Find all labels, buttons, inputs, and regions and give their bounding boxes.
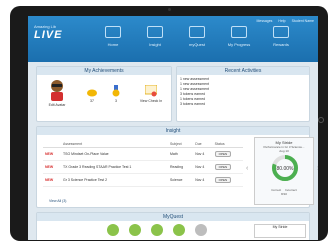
assessment-table: Assessment Subject Due Status NEW TSO Mi…	[43, 141, 243, 187]
nav-progress[interactable]: My Progress	[224, 20, 254, 58]
coins-icon	[87, 89, 97, 97]
myquest-title: MyQuest	[37, 213, 309, 221]
home-button[interactable]	[318, 117, 324, 123]
open-button[interactable]: OPEN	[214, 177, 232, 183]
open-button[interactable]: OPEN	[214, 151, 232, 157]
achievements-title: My Achievements	[37, 67, 171, 75]
home-icon	[105, 26, 121, 38]
medal-icon	[112, 85, 120, 97]
table-row[interactable]: NEW TSO Mindset On-Place Value Math Nov …	[43, 147, 243, 161]
certificate-icon	[145, 85, 157, 97]
insight-title: Insight	[37, 127, 309, 135]
insight-panel: Insight Assessment Subject Due Status NE…	[36, 126, 318, 208]
quest-badge-icon[interactable]	[107, 224, 119, 236]
avatar	[51, 80, 63, 101]
view-checkin-link[interactable]: View Check In	[140, 99, 162, 103]
app-logo[interactable]: LIVE	[34, 29, 62, 41]
recent-activities-panel: Recent Activities 1 new assessment 1 new…	[176, 66, 310, 122]
recent-list: 1 new assessment 1 new assessment 1 new …	[177, 75, 309, 107]
top-nav-bar: Amazing Lib LIVE Home Insight myQuest My…	[28, 16, 318, 62]
checkin-stat: View Check In	[135, 85, 167, 103]
quest-stride-box: My Stride	[254, 224, 306, 238]
new-badge: NEW	[43, 160, 61, 174]
chevron-left-icon[interactable]: ‹	[246, 165, 248, 172]
myquest-panel: MyQuest My Stride	[36, 212, 310, 240]
messages-link[interactable]: Messages	[256, 19, 272, 23]
quest-badge-icon[interactable]	[151, 224, 163, 236]
assessment-name[interactable]: TSO Mindset On-Place Value	[60, 147, 168, 161]
help-link[interactable]: Help	[278, 19, 285, 23]
view-all-link[interactable]: View All (3)	[49, 199, 66, 203]
recent-title: Recent Activities	[177, 67, 309, 75]
app-screen: Amazing Lib LIVE Home Insight myQuest My…	[28, 16, 318, 240]
assessment-name[interactable]: Gr 3 Science Practice Test 2	[60, 173, 168, 187]
nav-rewards[interactable]: Rewards	[266, 20, 296, 58]
trophy-stat: 3	[107, 85, 125, 103]
quest-badge-icon[interactable]	[195, 224, 207, 236]
stride-score: 8/10	[281, 192, 287, 196]
achievements-panel: My Achievements Edit Avatar 37 3 View Ch…	[36, 66, 172, 122]
edit-avatar-link[interactable]: Edit Avatar	[49, 103, 66, 107]
tablet-frame: Amazing Lib LIVE Home Insight myQuest My…	[10, 6, 328, 241]
nav-home[interactable]: Home	[98, 20, 128, 58]
avatar-block: Edit Avatar	[43, 79, 71, 107]
table-row[interactable]: NEW Gr 3 Science Practice Test 2 Science…	[43, 173, 243, 187]
nav-insight[interactable]: Insight	[140, 20, 170, 58]
list-item: 3 tokens earned	[180, 102, 206, 106]
quest-badge-icon[interactable]	[173, 224, 185, 236]
new-badge: NEW	[43, 147, 61, 161]
score-donut: 80.00%	[272, 155, 298, 181]
rewards-icon	[273, 26, 289, 38]
camera	[168, 8, 171, 11]
user-menu[interactable]: Student Name	[292, 19, 314, 23]
chevron-right-icon[interactable]: ›	[317, 165, 318, 172]
table-row[interactable]: NEW TX Grade 3 Reading STAAR Practice Te…	[43, 160, 243, 174]
score-percent: 80.00%	[277, 166, 295, 172]
stride-title: My Stride	[275, 140, 293, 145]
assessment-name[interactable]: TX Grade 3 Reading STAAR Practice Test 1	[60, 160, 168, 174]
stride-widget: My Stride Performance in Gr 3 Science...…	[254, 137, 314, 205]
insight-icon	[147, 26, 163, 38]
open-button[interactable]: OPEN	[214, 164, 232, 170]
coins-stat: 37	[83, 89, 101, 103]
chart-icon	[231, 26, 247, 38]
nav-myquest[interactable]: myQuest	[182, 20, 212, 58]
new-badge: NEW	[43, 173, 61, 187]
utility-links: Messages Help Student Name	[256, 19, 314, 23]
quest-icon	[189, 26, 205, 38]
quest-badge-icon[interactable]	[129, 224, 141, 236]
